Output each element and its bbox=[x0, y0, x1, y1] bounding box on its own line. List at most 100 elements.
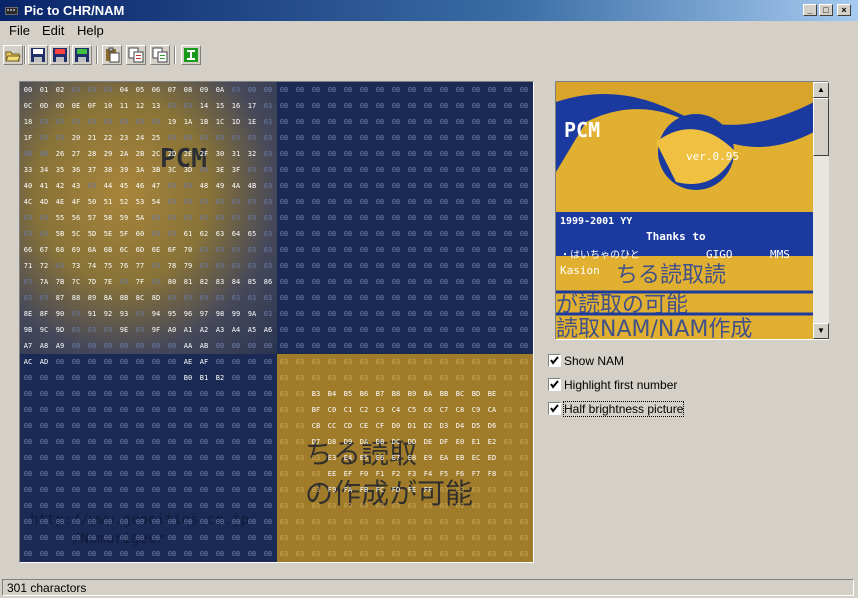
nam-cell: 0B bbox=[215, 342, 225, 350]
nam-cell: 0B bbox=[487, 86, 497, 94]
menu-file[interactable]: File bbox=[9, 23, 30, 38]
nam-cell: 03 bbox=[279, 422, 289, 430]
nam-cell: 03 bbox=[263, 118, 273, 126]
nam-cell: 0B bbox=[503, 86, 513, 94]
show-nam-label: Show NAM bbox=[564, 354, 625, 368]
nam-cell: 0B bbox=[487, 150, 497, 158]
nam-cell: 0B bbox=[135, 358, 145, 366]
nam-cell: D8 bbox=[327, 438, 337, 446]
nam-cell: 45 bbox=[119, 182, 129, 190]
nam-cell: 03 bbox=[519, 518, 529, 526]
menu-edit[interactable]: Edit bbox=[42, 23, 64, 38]
nam-cell: 0B bbox=[327, 294, 337, 302]
highlight-first-number-checkbox[interactable] bbox=[548, 378, 561, 391]
nam-cell: 0B bbox=[55, 454, 65, 462]
paste-button[interactable] bbox=[102, 45, 122, 65]
nam-cell: 0B bbox=[23, 406, 33, 414]
nam-cell: 0B bbox=[231, 502, 241, 510]
nam-cell: 03 bbox=[407, 534, 417, 542]
copy-nam-button[interactable] bbox=[150, 45, 170, 65]
nam-cell: 03 bbox=[343, 358, 353, 366]
title-bar[interactable]: Pic to CHR/NAM _ □ × bbox=[0, 0, 858, 21]
nam-cell: B3 bbox=[311, 390, 321, 398]
save-nam-button[interactable] bbox=[72, 45, 92, 65]
half-brightness-checkbox[interactable] bbox=[548, 402, 561, 415]
nam-cell: 0B bbox=[167, 406, 177, 414]
nam-cell: 46 bbox=[135, 182, 145, 190]
save-button[interactable] bbox=[28, 45, 48, 65]
show-nam-checkbox[interactable] bbox=[548, 354, 561, 367]
nam-cell: 0B bbox=[279, 262, 289, 270]
nam-cell: F9 bbox=[327, 486, 337, 494]
nam-cell: 03 bbox=[135, 326, 145, 334]
nam-cell: 03 bbox=[295, 406, 305, 414]
nam-cell: 03 bbox=[295, 358, 305, 366]
nam-cell: 80 bbox=[167, 278, 177, 286]
nam-cell: 0B bbox=[231, 518, 241, 526]
nam-cell: CB bbox=[311, 422, 321, 430]
nam-cell: 03 bbox=[423, 374, 433, 382]
scroll-thumb[interactable] bbox=[813, 98, 829, 156]
nam-cell: A4 bbox=[231, 326, 241, 334]
nam-cell: 03 bbox=[39, 118, 49, 126]
preview-scrollbar[interactable]: ▲ ▼ bbox=[813, 82, 829, 339]
convert-button[interactable] bbox=[181, 45, 201, 65]
nam-cell: 0B bbox=[359, 278, 369, 286]
nam-cell: 27 bbox=[71, 150, 81, 158]
nam-cell: 03 bbox=[39, 214, 49, 222]
nam-grid[interactable]: 00 01 02 03 03 03 04 05 06 07 08 09 0A 03 0B 0B 0B 0B 0B 0B… bbox=[20, 82, 533, 562]
nam-cell: 03 bbox=[71, 326, 81, 334]
nam-cell: 0B bbox=[151, 438, 161, 446]
nam-cell: 0B bbox=[199, 534, 209, 542]
nam-cell: 0B bbox=[295, 278, 305, 286]
nam-cell: 0B bbox=[407, 310, 417, 318]
nam-cell: 03 bbox=[471, 534, 481, 542]
nam-cell: 03 bbox=[439, 358, 449, 366]
copy-button[interactable] bbox=[126, 45, 146, 65]
nam-cell: 0B bbox=[439, 214, 449, 222]
nam-cell: EA bbox=[439, 454, 449, 462]
nam-cell: 0B bbox=[119, 390, 129, 398]
nam-cell: 0B bbox=[471, 150, 481, 158]
nam-cell: 03 bbox=[295, 486, 305, 494]
nam-cell: 0B bbox=[519, 262, 529, 270]
scroll-down-button[interactable]: ▼ bbox=[813, 323, 829, 339]
nam-cell: 0B bbox=[503, 278, 513, 286]
nam-cell: 0B bbox=[391, 310, 401, 318]
nam-cell: 0B bbox=[391, 102, 401, 110]
nam-cell: 85 bbox=[247, 278, 257, 286]
nam-cell: 0B bbox=[135, 342, 145, 350]
nam-canvas[interactable]: PCM ちる読取 の作成が可能 http://www.geocities.co.j… bbox=[19, 81, 534, 563]
nam-cell: 0B bbox=[151, 550, 161, 558]
minimize-button[interactable]: _ bbox=[803, 4, 817, 16]
nam-cell: FC bbox=[375, 486, 385, 494]
nam-cell: 0B bbox=[407, 246, 417, 254]
nam-cell: 03 bbox=[407, 374, 417, 382]
nam-cell: 59 bbox=[119, 214, 129, 222]
nam-cell: 03 bbox=[247, 166, 257, 174]
nam-cell: 5C bbox=[71, 230, 81, 238]
nam-cell: 0B bbox=[167, 470, 177, 478]
nam-cell: 03 bbox=[279, 502, 289, 510]
nam-cell: 0B bbox=[183, 518, 193, 526]
maximize-button[interactable]: □ bbox=[819, 4, 833, 16]
scroll-up-button[interactable]: ▲ bbox=[813, 82, 829, 98]
nam-cell: 0B bbox=[359, 182, 369, 190]
save-chr-button[interactable] bbox=[50, 45, 70, 65]
nam-cell: F0 bbox=[359, 470, 369, 478]
close-button[interactable]: × bbox=[837, 4, 851, 16]
open-button[interactable] bbox=[3, 45, 23, 65]
nam-cell: 0B bbox=[103, 502, 113, 510]
nam-cell: 03 bbox=[439, 486, 449, 494]
nam-cell: CD bbox=[343, 422, 353, 430]
nam-cell: 0B bbox=[295, 310, 305, 318]
nam-cell: 5D bbox=[87, 230, 97, 238]
nam-cell: 65 bbox=[247, 230, 257, 238]
nam-cell: 5E bbox=[103, 230, 113, 238]
nam-cell: 0B bbox=[487, 246, 497, 254]
nam-cell: CC bbox=[327, 422, 337, 430]
nam-cell: 0B bbox=[487, 262, 497, 270]
nam-cell: 77 bbox=[135, 262, 145, 270]
nam-cell: 0B bbox=[247, 422, 257, 430]
menu-help[interactable]: Help bbox=[77, 23, 104, 38]
